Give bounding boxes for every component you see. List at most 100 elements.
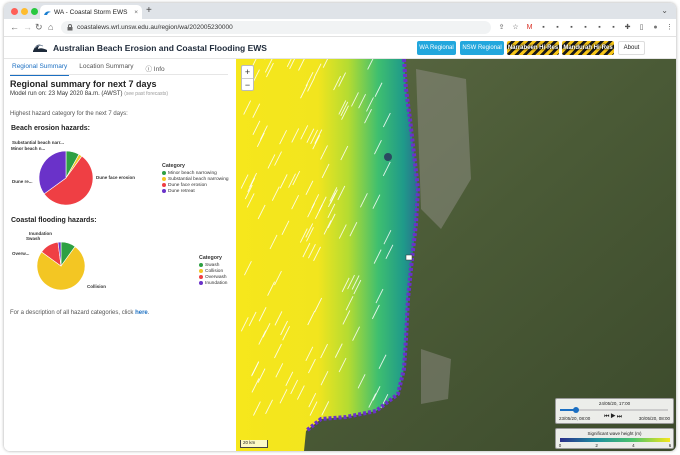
url-text: coastalews.wrl.unsw.edu.au/region/wa/202… bbox=[77, 24, 233, 31]
browser-tab[interactable]: WA - Coastal Storm EWS × bbox=[40, 5, 142, 19]
legend-label: Dune retreat bbox=[168, 188, 195, 194]
narrabeen-hires-button[interactable]: Narrabeen Hi-Res bbox=[507, 41, 559, 55]
site-favicon-icon bbox=[44, 10, 51, 15]
erosion-legend-title: Category bbox=[162, 163, 185, 169]
close-tab-icon[interactable]: × bbox=[134, 9, 138, 16]
legend-item: Dune retreat bbox=[162, 188, 229, 194]
flooding-chart-title: Coastal flooding hazards: bbox=[11, 217, 97, 224]
hazard-category-footnote: For a description of all hazard categori… bbox=[10, 310, 149, 316]
wa-regional-button[interactable]: WA Regional bbox=[417, 41, 456, 55]
tab-search-icon[interactable]: ⌄ bbox=[661, 6, 668, 15]
extension-icon[interactable]: ▪ bbox=[609, 23, 618, 32]
model-run-value: 23 May 2020 8a.m. (AWST) bbox=[48, 91, 123, 97]
time-start: 23/05/20, 08:00 bbox=[559, 416, 591, 421]
wave-tick-label: 0 bbox=[558, 443, 562, 448]
legend-item: Substantial beach narrowing bbox=[162, 176, 229, 182]
erosion-pie-chart bbox=[38, 150, 94, 206]
location-marker-icon[interactable] bbox=[405, 254, 413, 261]
flooding-slice-label-swash: Swash bbox=[26, 236, 41, 241]
wave-height-legend: Significant wave height (m) 0 2 4 6 bbox=[555, 428, 674, 449]
back-icon[interactable]: ← bbox=[10, 22, 19, 33]
ocean-wave-field bbox=[236, 59, 418, 451]
secure-lock-icon bbox=[67, 24, 73, 31]
legend-item: Inundation bbox=[199, 280, 227, 286]
past-forecasts-link[interactable]: (see past forecasts) bbox=[124, 91, 168, 97]
share-icon[interactable]: ⇪ bbox=[497, 23, 506, 32]
extension-icon[interactable]: ▪ bbox=[595, 23, 604, 32]
legend-swatch bbox=[162, 171, 166, 175]
step-forward-icon[interactable]: ⏭ bbox=[617, 414, 623, 420]
page-title: Regional summary for next 7 days bbox=[10, 79, 157, 89]
sidebar-icon[interactable]: ▯ bbox=[637, 23, 646, 32]
erosion-slice-label-substantial: Substantial beach narr... bbox=[12, 140, 65, 145]
tab-info-label: Info bbox=[153, 66, 165, 73]
wave-tick-label: 2 bbox=[595, 443, 598, 448]
legend-swatch bbox=[199, 263, 203, 267]
profile-icon[interactable]: ● bbox=[651, 23, 660, 32]
maximize-window-icon[interactable] bbox=[31, 8, 38, 15]
legend-label: Dune face erosion bbox=[168, 182, 207, 188]
legend-label: Overwash bbox=[205, 274, 227, 280]
hazard-categories-link[interactable]: here bbox=[135, 310, 148, 316]
zoom-in-button[interactable]: + bbox=[242, 66, 253, 78]
tab-strip: WA - Coastal Storm EWS × + ⌄ bbox=[4, 3, 676, 19]
model-run-label: Model run on: bbox=[10, 91, 47, 97]
time-slider-handle[interactable] bbox=[573, 407, 580, 413]
new-tab-button[interactable]: + bbox=[146, 6, 152, 16]
legend-label: Swash bbox=[205, 262, 220, 268]
flooding-legend-title: Category bbox=[199, 255, 222, 261]
app-title: Australian Beach Erosion and Coastal Flo… bbox=[53, 43, 267, 53]
menu-icon[interactable]: ⋮ bbox=[665, 23, 674, 32]
extension-icon[interactable]: ▪ bbox=[553, 23, 562, 32]
extension-icon[interactable]: ▪ bbox=[567, 23, 576, 32]
erosion-legend: Category Minor beach narrowing Substantia… bbox=[162, 163, 229, 194]
wave-legend-title: Significant wave height (m) bbox=[587, 431, 642, 436]
map-scale-bar: 20 km bbox=[240, 440, 268, 448]
url-field[interactable]: coastalews.wrl.unsw.edu.au/region/wa/202… bbox=[61, 21, 491, 34]
minimize-window-icon[interactable] bbox=[21, 8, 28, 15]
wave-tick-label: 4 bbox=[632, 443, 635, 448]
close-window-icon[interactable] bbox=[11, 8, 18, 15]
summary-panel: Regional Summary Location Summary ⓘ Info… bbox=[4, 59, 236, 451]
about-button[interactable]: About bbox=[618, 41, 645, 55]
info-icon: ⓘ bbox=[145, 66, 152, 73]
flooding-slice-label-overwash: Overw... bbox=[12, 251, 30, 256]
legend-label: Substantial beach narrowing bbox=[168, 176, 229, 182]
time-slider-track[interactable] bbox=[560, 407, 668, 413]
erosion-slice-label-minor: Minor beach n... bbox=[11, 146, 46, 151]
time-end: 30/05/20, 08:00 bbox=[638, 416, 670, 421]
map-canvas[interactable] bbox=[236, 59, 676, 451]
star-icon[interactable]: ☆ bbox=[511, 23, 520, 32]
legend-label: Collision bbox=[205, 268, 224, 274]
erosion-slice-label-face: Dune face erosion bbox=[96, 175, 136, 180]
puzzle-icon[interactable]: ✚ bbox=[623, 23, 632, 32]
wave-colorbar-ticks: 0 2 4 6 bbox=[558, 443, 672, 448]
legend-swatch bbox=[199, 275, 203, 279]
app-header: Australian Beach Erosion and Coastal Flo… bbox=[4, 37, 676, 59]
time-slider-panel: 24/05/20, 17:00 23/05/20, 08:00 ⏮▶⏭ 30/0… bbox=[555, 398, 674, 424]
mandurah-hires-button[interactable]: Mandurah Hi-Res bbox=[562, 41, 614, 55]
address-bar-row: ← → ↻ ⌂ coastalews.wrl.unsw.edu.au/regio… bbox=[4, 19, 676, 37]
flooding-legend: Category Swash Collision Overwash Inundatio… bbox=[199, 255, 227, 286]
footnote-period: . bbox=[147, 310, 150, 316]
nsw-regional-button[interactable]: NSW Regional bbox=[460, 41, 504, 55]
wave-map[interactable]: + − 20 km 24/05/20, 17:00 23/05/20, 08:0… bbox=[236, 59, 676, 451]
footnote-text: For a description of all hazard categori… bbox=[10, 310, 134, 316]
flooding-pie-chart bbox=[36, 241, 86, 291]
extension-icon[interactable]: ▪ bbox=[539, 23, 548, 32]
zoom-out-button[interactable]: − bbox=[242, 78, 253, 90]
legend-swatch bbox=[162, 177, 166, 181]
legend-swatch bbox=[162, 189, 166, 193]
tab-divider bbox=[10, 74, 228, 75]
rottnest-island bbox=[384, 153, 392, 161]
highest-hazard-caption: Highest hazard category for the next 7 d… bbox=[10, 111, 128, 117]
gmail-icon[interactable]: M bbox=[525, 23, 534, 32]
playback-controls: ⏮▶⏭ bbox=[604, 414, 623, 421]
forward-icon[interactable]: → bbox=[23, 22, 32, 33]
extension-icon[interactable]: ▪ bbox=[581, 23, 590, 32]
reload-icon[interactable]: ↻ bbox=[35, 22, 43, 33]
home-icon[interactable]: ⌂ bbox=[48, 22, 53, 33]
erosion-chart-title: Beach erosion hazards: bbox=[11, 125, 90, 132]
current-time: 24/05/20, 17:00 bbox=[598, 401, 631, 406]
erosion-slice-label-retreat: Dune re... bbox=[12, 179, 33, 184]
